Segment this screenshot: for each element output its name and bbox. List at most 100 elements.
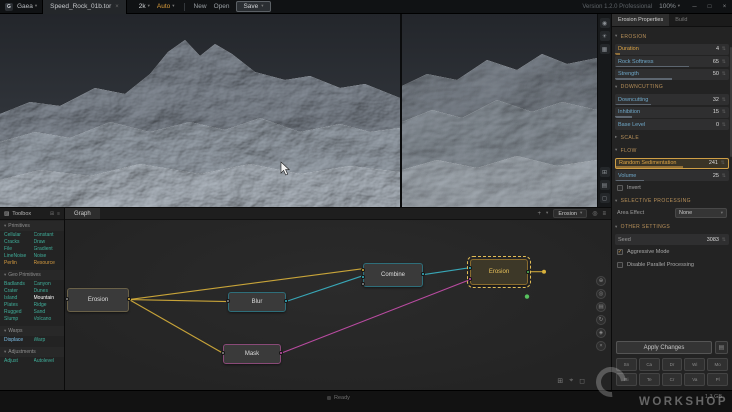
toolbox-node-item[interactable]: Perlin <box>4 260 34 267</box>
focus-node-icon[interactable]: ◎ <box>592 210 597 217</box>
property-row-strength[interactable]: Strength 50 ⇅ <box>615 68 729 80</box>
viewport-3d-right[interactable] <box>402 14 597 207</box>
close-button[interactable]: × <box>717 0 732 14</box>
center-view-icon[interactable]: ⌖ <box>569 377 573 385</box>
preset-cell[interactable]: Ca <box>638 358 660 371</box>
resolution-dropdown[interactable]: 2k ▾ <box>139 3 150 10</box>
toolbox-category-geo-primitives[interactable]: ▾ Geo Primitives <box>0 270 64 280</box>
checkbox-row-disable-parallel[interactable]: Disable Parallel Processing <box>615 259 729 270</box>
property-row-seed[interactable]: Seed 3083 ⇅ <box>615 234 729 245</box>
graph-node-erosion-2-selected[interactable]: Erosion <box>467 256 531 288</box>
node-input-port[interactable] <box>361 275 365 279</box>
tab-close-icon[interactable]: × <box>115 4 119 10</box>
preset-cell[interactable]: Cr <box>661 373 683 386</box>
maximize-button[interactable]: □ <box>702 0 717 14</box>
toolbox-node-item[interactable]: LineNoise <box>4 253 34 260</box>
graph-canvas[interactable]: Erosion Blur Mask Combine Erosion ⊕ ◎ ▤ … <box>65 220 611 390</box>
section-header-downcutting[interactable]: ▾ DOWNCUTTING <box>615 82 729 93</box>
section-header-erosion[interactable]: ▾ EROSION <box>615 31 729 42</box>
toolbox-node-item[interactable]: Badlands <box>4 281 34 288</box>
preset-cell[interactable]: Pl <box>707 373 728 386</box>
add-node-button[interactable]: + <box>538 211 542 217</box>
stepper-icon[interactable]: ⇅ <box>719 122 726 128</box>
toolbox-node-item[interactable]: Plates <box>4 302 34 309</box>
box-view-icon[interactable]: ◻ <box>599 193 610 203</box>
graph-node-combine[interactable]: Combine <box>361 263 425 287</box>
preset-cell[interactable]: Sn <box>616 358 637 371</box>
toolbox-node-item[interactable]: File <box>4 246 34 253</box>
toolbox-node-item[interactable]: Rugged <box>4 309 34 316</box>
save-button[interactable]: Save ▾ <box>236 1 271 12</box>
minimap-icon[interactable]: ⊞ <box>557 377 563 385</box>
property-row-volume[interactable]: Volume 25 ⇅ <box>615 170 729 181</box>
focus-tool-icon[interactable]: ◎ <box>596 289 606 299</box>
toolbox-category-warps[interactable]: ▾ Warps <box>0 326 64 336</box>
flag-tool-icon[interactable]: ◈ <box>596 328 606 338</box>
stepper-icon[interactable]: ⇅ <box>718 160 725 166</box>
preset-cell[interactable]: Dr <box>661 358 683 371</box>
current-node-dropdown[interactable]: Erosion ▾ <box>553 209 588 218</box>
section-header-scale[interactable]: ▸ SCALE <box>615 132 729 143</box>
preset-cell[interactable]: Ri <box>616 373 637 386</box>
node-input-port[interactable] <box>226 299 230 303</box>
node-mask-port[interactable] <box>468 277 472 281</box>
toolbox-node-item[interactable]: Sand <box>34 309 64 316</box>
toolbox-node-item[interactable]: Dunes <box>34 288 64 295</box>
apply-options-button[interactable]: ▤ <box>715 341 728 354</box>
property-row-duration[interactable]: Duration 4 ⇅ <box>615 43 729 55</box>
node-input-port[interactable] <box>221 351 225 355</box>
add-tool-icon[interactable]: ⊕ <box>596 276 606 286</box>
area-effect-dropdown[interactable]: None ▾ <box>675 208 727 218</box>
toolbox-category-adjustments[interactable]: ▾ Adjustments <box>0 347 64 357</box>
stepper-icon[interactable]: ⇅ <box>719 109 726 115</box>
node-output-port[interactable] <box>284 299 288 303</box>
toolbox-node-item-selected[interactable]: Displace <box>4 337 34 344</box>
graph-menu-icon[interactable]: ≡ <box>602 211 606 217</box>
node-output-port[interactable] <box>421 272 425 276</box>
node-output-port[interactable] <box>526 270 530 274</box>
property-row-downcutting[interactable]: Downcutting 32 ⇅ <box>615 94 729 105</box>
toolbox-node-item[interactable]: Canyon <box>34 281 64 288</box>
node-input-port[interactable] <box>468 266 472 270</box>
toolbox-node-item[interactable]: Adjust <box>4 358 34 365</box>
checkbox-unchecked[interactable] <box>617 261 623 268</box>
toolbox-node-item[interactable]: Volcano <box>34 316 64 323</box>
toolbox-node-item[interactable]: Crater <box>4 288 34 295</box>
property-row-base-level[interactable]: Base Level 0 ⇅ <box>615 119 729 130</box>
minimize-button[interactable]: ─ <box>687 0 702 14</box>
close-tool-icon[interactable]: × <box>596 341 606 351</box>
camera-icon[interactable]: ◉ <box>599 18 610 28</box>
list-view-icon[interactable]: ≡ <box>57 211 60 217</box>
section-header-selective-processing[interactable]: ▾ SELECTIVE PROCESSING <box>615 196 729 207</box>
toolbox-node-item[interactable]: Gradient <box>34 246 64 253</box>
checkbox-unchecked[interactable] <box>617 185 623 191</box>
tab-build[interactable]: Build <box>669 14 693 26</box>
grid-icon[interactable]: ⊞ <box>599 167 610 177</box>
grid-view-icon[interactable]: ⊞ <box>50 211 54 217</box>
refresh-tool-icon[interactable]: ↻ <box>596 315 606 325</box>
list-view-icon[interactable]: ▤ <box>599 180 610 190</box>
document-tab[interactable]: Speed_Rock_01b.tor × <box>42 0 127 14</box>
layout-tool-icon[interactable]: ▤ <box>596 302 606 312</box>
tab-graph[interactable]: Graph <box>65 208 100 219</box>
viewport-3d-left[interactable] <box>0 14 400 207</box>
toolbox-node-item-selected[interactable]: Mountain <box>34 295 64 302</box>
stepper-icon[interactable]: ⇅ <box>719 59 726 65</box>
toolbox-node-item[interactable]: Warp <box>34 337 64 344</box>
layout-icon[interactable]: ▦ <box>599 44 610 54</box>
auto-build-dropdown[interactable]: Auto ▾ <box>157 3 175 10</box>
sun-light-icon[interactable]: ☀ <box>599 31 610 41</box>
toolbox-node-item[interactable]: Draw <box>34 239 64 246</box>
apply-changes-button[interactable]: Apply Changes <box>616 341 712 354</box>
stepper-icon[interactable]: ⇅ <box>719 46 726 52</box>
node-input-port[interactable] <box>361 268 365 272</box>
stepper-icon[interactable]: ⇅ <box>719 71 726 77</box>
graph-node-mask[interactable]: Mask <box>221 344 283 364</box>
toolbox-node-item[interactable]: Cellular <box>4 232 34 239</box>
toolbox-node-item[interactable]: Resource <box>34 260 64 267</box>
toolbox-node-item[interactable]: Constant <box>34 232 64 239</box>
node-input-port[interactable] <box>361 282 365 286</box>
preset-cell[interactable]: Va <box>684 373 706 386</box>
preset-cell[interactable]: Wi <box>684 358 706 371</box>
tab-erosion-properties[interactable]: Erosion Properties <box>612 14 670 26</box>
